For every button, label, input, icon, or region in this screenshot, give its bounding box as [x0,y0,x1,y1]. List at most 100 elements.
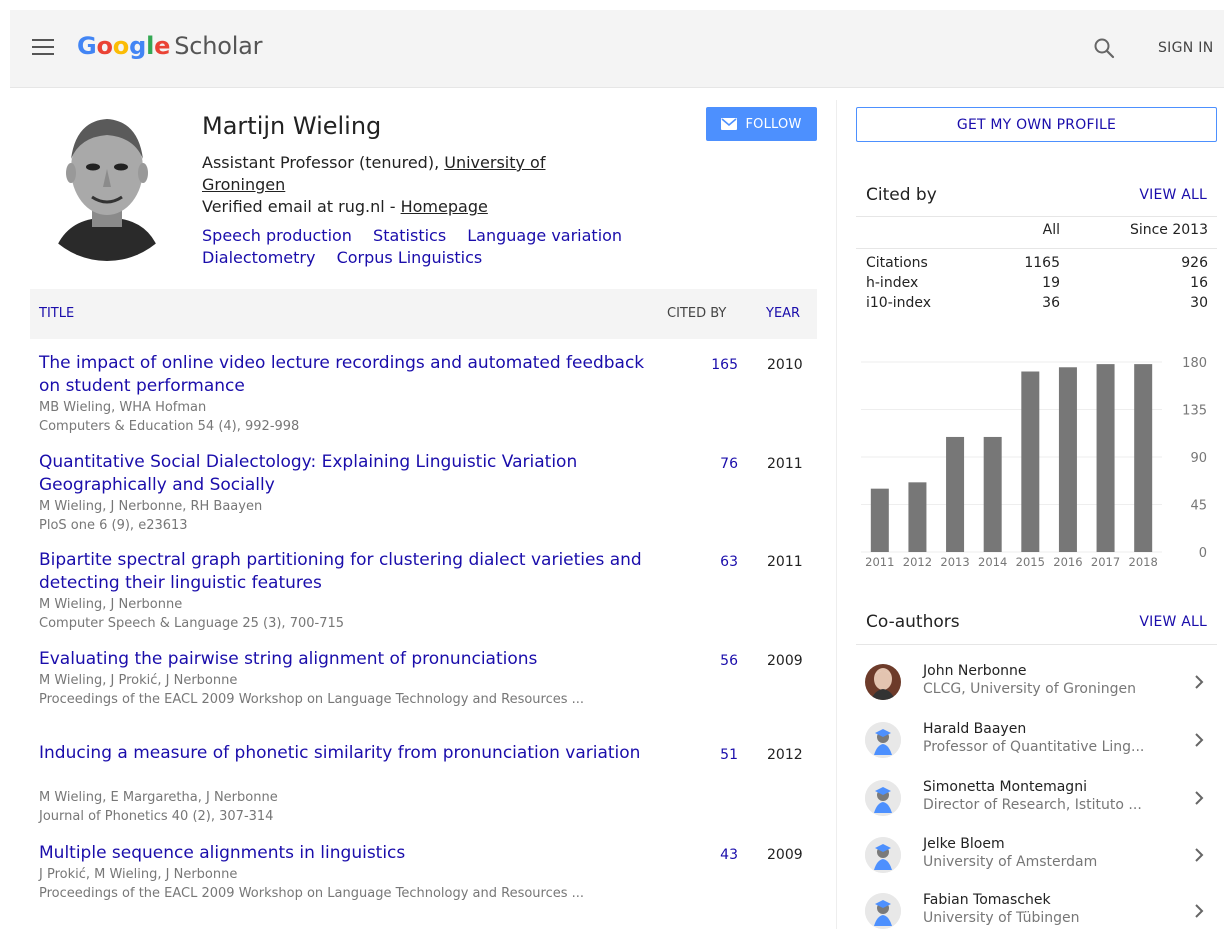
publication-venue: Proceedings of the EACL 2009 Workshop on… [39,692,585,707]
chart-bar[interactable] [1134,364,1153,552]
sort-by-year[interactable]: YEAR [766,306,800,321]
x-tick-label: 2013 [940,555,969,569]
publication-authors: M Wieling, J Prokić, J Nerbonne [39,673,238,688]
x-tick-label: 2018 [1129,555,1158,569]
chart-bar[interactable] [1021,371,1040,553]
y-tick-label: 180 [1182,356,1207,371]
citation-count[interactable]: 63 [690,554,738,570]
interest-link[interactable]: Statistics [373,226,446,245]
profile-photo [30,107,184,261]
publication-venue: PloS one 6 (9), e23613 [39,518,188,533]
homepage-link[interactable]: Homepage [401,197,488,216]
default-avatar-icon [865,893,901,929]
coauthors-view-all[interactable]: VIEW ALL [1139,614,1207,630]
citation-count[interactable]: 43 [690,847,738,863]
col-since-header: Since 2013 [1129,222,1208,238]
interest-link[interactable]: Dialectometry [202,248,315,267]
search-icon[interactable] [1092,36,1116,60]
coauthor-affiliation: Professor of Quantitative Ling... [923,739,1145,755]
y-tick-label: 45 [1190,499,1207,514]
citation-count[interactable]: 56 [690,653,738,669]
chart-bar[interactable] [908,482,927,552]
metric-since: 16 [1190,275,1208,291]
coauthor-item[interactable]: Fabian Tomaschek University of Tübingen [856,885,1217,929]
default-avatar-icon [865,722,901,758]
chevron-right-icon [1195,791,1204,805]
profile-email: Verified email at rug.nl - Homepage [202,196,488,218]
publication-venue: Computer Speech & Language 25 (3), 700-7… [39,616,345,631]
divider [856,644,1217,645]
coauthor-name: Fabian Tomaschek [923,892,1051,908]
mail-icon [721,118,738,130]
metric-all: 36 [1042,295,1060,311]
y-tick-label: 90 [1190,451,1207,466]
coauthor-name: John Nerbonne [923,663,1027,679]
follow-button[interactable]: FOLLOW [706,107,817,141]
chevron-right-icon [1195,733,1204,747]
coauthor-item[interactable]: John Nerbonne CLCG, University of Gronin… [856,656,1217,710]
coauthor-item[interactable]: Harald Baayen Professor of Quantitative … [856,714,1217,768]
publication-year: 2009 [767,653,803,669]
chart-bar[interactable] [1058,367,1077,552]
metric-all: 19 [1042,275,1060,291]
interest-link[interactable]: Speech production [202,226,352,245]
interest-link[interactable]: Language variation [467,226,622,245]
chart-bar[interactable] [1096,364,1115,552]
default-avatar-icon [865,837,901,873]
metric-label: Citations [866,255,928,271]
publication-title[interactable]: Inducing a measure of phonetic similarit… [39,742,659,765]
metric-label: i10-index [866,295,932,311]
coauthor-item[interactable]: Simonetta Montemagni Director of Researc… [856,772,1217,826]
cited-by-view-all[interactable]: VIEW ALL [1139,187,1207,203]
research-interests: Speech production Statistics Language va… [202,225,682,269]
publication-venue: Proceedings of the EACL 2009 Workshop on… [39,886,585,901]
chevron-right-icon [1195,675,1204,689]
get-my-own-profile-button[interactable]: GET MY OWN PROFILE [856,107,1217,142]
publications-table-header: TITLE CITED BY YEAR [30,289,817,339]
logo-scholar-text: Scholar [174,32,263,60]
email-text: Verified email at rug.nl - [202,197,401,216]
sort-by-title[interactable]: TITLE [39,306,74,321]
citation-count[interactable]: 76 [690,456,738,472]
chevron-right-icon [1195,904,1204,918]
publication-title[interactable]: Multiple sequence alignments in linguist… [39,842,659,865]
publication-title[interactable]: Bipartite spectral graph partitioning fo… [39,549,659,595]
profile-name: Martijn Wieling [202,112,382,140]
chevron-right-icon [1195,848,1204,862]
citation-count[interactable]: 51 [690,747,738,763]
sidebar-divider [836,100,837,929]
interest-link[interactable]: Corpus Linguistics [337,248,483,267]
citation-metrics-table: All Since 2013 Citations 1165 926 h-inde… [856,222,1217,315]
chart-bar[interactable] [870,488,889,552]
follow-label: FOLLOW [745,116,802,132]
logo-letter: g [129,32,147,60]
coauthor-item[interactable]: Jelke Bloem University of Amsterdam [856,829,1217,883]
citation-count[interactable]: 165 [690,357,738,373]
sign-in-button[interactable]: SIGN IN [1158,40,1214,56]
coauthors-title: Co-authors [866,612,960,632]
metric-label: h-index [866,275,919,291]
affiliation-text: Assistant Professor (tenured), [202,153,445,172]
menu-icon[interactable] [32,39,54,57]
publication-year: 2010 [767,357,803,373]
publication-authors: MB Wieling, WHA Hofman [39,400,207,415]
google-scholar-logo[interactable]: Google Scholar [77,32,263,60]
chart-bar[interactable] [983,436,1002,552]
metric-all: 1165 [1024,255,1060,271]
default-avatar-icon [865,780,901,816]
publication-title[interactable]: Evaluating the pairwise string alignment… [39,648,659,671]
x-tick-label: 2011 [865,555,894,569]
x-tick-label: 2014 [978,555,1007,569]
coauthor-name: Harald Baayen [923,721,1027,737]
publication-year: 2011 [767,554,803,570]
coauthor-name: Simonetta Montemagni [923,779,1087,795]
publication-title[interactable]: The impact of online video lecture recor… [39,352,659,398]
coauthor-photo [865,664,901,700]
chart-bar[interactable] [946,436,965,552]
y-tick-label: 0 [1199,546,1207,561]
publication-title[interactable]: Quantitative Social Dialectology: Explai… [39,451,659,497]
publication-authors: M Wieling, J Nerbonne, RH Baayen [39,499,263,514]
divider [856,248,1217,249]
coauthor-affiliation: University of Amsterdam [923,854,1098,870]
publication-year: 2012 [767,747,803,763]
